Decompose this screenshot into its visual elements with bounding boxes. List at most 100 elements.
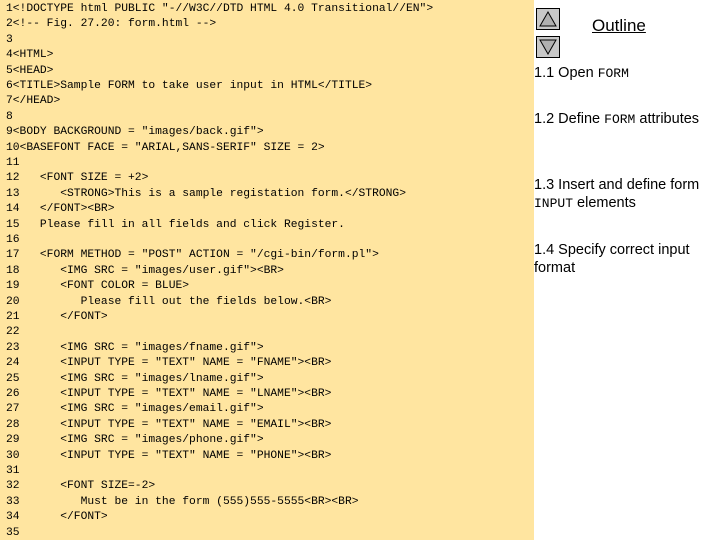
line-number: 30 [6,449,20,462]
code-text: <!-- Fig. 27.20: form.html --> [12,18,217,31]
code-line: 3 [6,33,13,48]
line-number: 20 [6,295,20,308]
code-line: 17 <FORM METHOD = "POST" ACTION = "/cgi-… [6,248,379,263]
code-line: 8 [6,110,13,125]
code-text: </FONT><BR> [19,203,115,216]
code-text: <TITLE>Sample FORM to take user input in… [12,80,373,92]
code-line: 20 Please fill out the fields below.<BR> [6,295,331,310]
code-line: 35 [6,526,20,540]
code-line: 1<!DOCTYPE html PUBLIC "-//W3C//DTD HTML… [6,2,433,17]
line-number: 26 [6,388,20,400]
triangle-down-icon [539,39,557,55]
code-line: 28 <INPUT TYPE = "TEXT" NAME = "EMAIL"><… [6,418,331,433]
line-number: 12 [6,172,20,185]
code-text: <IMG SRC = "images/fname.gif"> [19,341,264,354]
line-number: 33 [6,495,20,508]
code-text: Must be in the form (555)555-5555<BR><BR… [19,495,359,508]
code-text: <STRONG>This is a sample registation for… [19,187,406,200]
triangle-up-icon [539,11,557,27]
line-number: 31 [6,465,20,477]
line-number: 4 [6,49,13,62]
code-line: 32 <FONT SIZE=-2> [6,479,155,494]
line-number: 34 [6,511,20,524]
code-line: 9<BODY BACKGROUND = "images/back.gif"> [6,125,264,140]
code-line: 2<!-- Fig. 27.20: form.html --> [6,17,216,32]
outline-item-text: 1.3 Insert and define form [534,177,700,193]
line-number: 1 [6,3,13,15]
code-line: 10<BASEFONT FACE = "ARIAL,SANS-SERIF" SI… [6,141,325,156]
line-number: 2 [6,18,13,31]
outline-item-1-4: 1.4 Specify correct input format [534,241,714,278]
line-number: 17 [6,249,20,262]
outline-panel: Outline 1.1 Open FORM 1.2 Define FORM at… [534,0,720,540]
outline-item-1-1: 1.1 Open FORM [534,64,714,83]
line-number: 28 [6,418,20,431]
line-number: 22 [6,326,20,339]
previous-slide-button[interactable] [536,8,560,30]
code-line: 7</HEAD> [6,94,60,109]
line-number: 18 [6,264,20,277]
code-text: <INPUT TYPE = "TEXT" NAME = "EMAIL"><BR> [19,418,332,431]
code-text: <IMG SRC = "images/email.gif"> [19,403,264,416]
line-number: 5 [6,64,13,77]
code-text: <BASEFONT FACE = "ARIAL,SANS-SERIF" SIZE… [19,141,325,154]
code-text: </FONT> [19,311,108,323]
outline-item-code: FORM [597,66,629,81]
code-line: 18 <IMG SRC = "images/user.gif"><BR> [6,264,284,279]
line-number: 16 [6,234,20,246]
code-line: 14 </FONT><BR> [6,202,114,217]
line-number: 32 [6,480,20,493]
code-line: 13 <STRONG>This is a sample registation … [6,187,406,202]
code-text: </HEAD> [12,95,61,108]
code-text: <FORM METHOD = "POST" ACTION = "/cgi-bin… [19,249,379,262]
code-line: 12 <FONT SIZE = +2> [6,171,148,186]
line-number: 6 [6,80,13,92]
line-number: 25 [6,372,20,385]
code-text: <IMG SRC = "images/lname.gif"> [19,372,264,385]
line-number: 14 [6,203,20,216]
outline-item-text: 1.1 Open [534,65,598,81]
line-number: 29 [6,434,20,447]
code-line: 19 <FONT COLOR = BLUE> [6,279,189,294]
code-line: 6<TITLE>Sample FORM to take user input i… [6,79,372,94]
code-line: 25 <IMG SRC = "images/lname.gif"> [6,372,264,387]
line-number: 3 [6,33,13,46]
line-number: 10 [6,141,20,154]
code-text: <HTML> [12,49,54,62]
line-number: 24 [6,357,20,370]
code-line: 21 </FONT> [6,310,108,325]
code-text: <INPUT TYPE = "TEXT" NAME = "PHONE"><BR> [19,449,332,462]
line-number: 7 [6,95,13,108]
code-line: 5<HEAD> [6,64,53,79]
code-text: <!DOCTYPE html PUBLIC "-//W3C//DTD HTML … [12,3,434,15]
code-line: 33 Must be in the form (555)555-5555<BR>… [6,495,359,510]
code-line: 27 <IMG SRC = "images/email.gif"> [6,402,264,417]
outline-item-1-3: 1.3 Insert and define form INPUT element… [534,177,700,211]
code-line: 34 </FONT> [6,510,108,525]
line-number: 9 [6,126,13,139]
outline-title[interactable]: Outline [592,16,646,36]
line-number: 27 [6,403,20,416]
code-text: Please fill out the fields below.<BR> [19,295,332,308]
line-number: 19 [6,280,20,293]
code-text: <FONT COLOR = BLUE> [19,280,190,293]
code-text: <IMG SRC = "images/phone.gif"> [19,434,264,447]
code-line: 22 [6,325,20,340]
code-listing-panel: 1<!DOCTYPE html PUBLIC "-//W3C//DTD HTML… [0,0,534,540]
code-text: <FONT SIZE=-2> [19,480,156,493]
outline-item-text: 1.4 Specify correct input format [534,242,690,276]
code-line: 4<HTML> [6,48,53,63]
outline-item-text: 1.2 Define [534,111,605,127]
line-number: 23 [6,341,20,354]
code-text: <IMG SRC = "images/user.gif"><BR> [19,264,284,277]
next-slide-button[interactable] [536,36,560,58]
code-line: 29 <IMG SRC = "images/phone.gif"> [6,433,264,448]
line-number: 35 [6,526,20,539]
code-line: 26 <INPUT TYPE = "TEXT" NAME = "LNAME"><… [6,387,331,402]
line-number: 13 [6,187,20,200]
code-text: <INPUT TYPE = "TEXT" NAME = "LNAME"><BR> [19,388,332,400]
outline-item-code: FORM [604,112,636,127]
code-line: 15 Please fill in all fields and click R… [6,218,345,233]
code-text: <FONT SIZE = +2> [19,172,149,185]
code-text: Please fill in all fields and click Regi… [19,218,345,231]
